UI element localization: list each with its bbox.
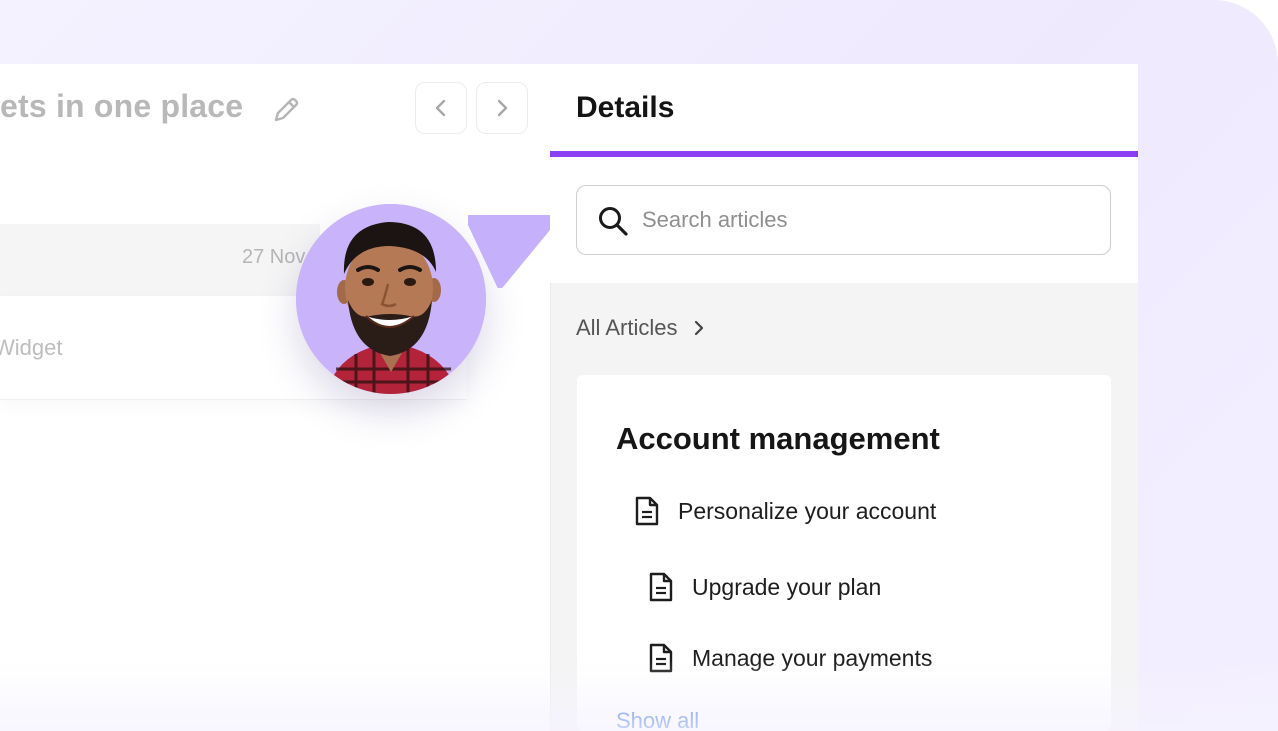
next-button[interactable] bbox=[476, 82, 528, 134]
article-link-payments[interactable]: Manage your payments bbox=[648, 643, 932, 673]
pointer-arrow-icon bbox=[468, 215, 558, 288]
search-input[interactable] bbox=[642, 200, 1082, 240]
search-icon bbox=[599, 207, 628, 236]
chevron-right-icon bbox=[497, 99, 508, 117]
avatar bbox=[296, 204, 486, 394]
article-link-personalize[interactable]: Personalize your account bbox=[634, 496, 936, 526]
row-label: Widget bbox=[0, 335, 63, 360]
chevron-left-icon bbox=[435, 99, 446, 117]
card-title: Account management bbox=[616, 421, 940, 456]
article-link-upgrade[interactable]: Upgrade your plan bbox=[648, 572, 881, 602]
document-icon bbox=[649, 572, 673, 602]
article-label: Upgrade your plan bbox=[692, 573, 882, 600]
page-title: ets in one place bbox=[0, 88, 244, 124]
person-illustration bbox=[296, 204, 486, 394]
article-label: Personalize your account bbox=[678, 497, 937, 524]
show-all-link[interactable]: Show all bbox=[616, 708, 699, 731]
document-icon bbox=[635, 496, 659, 526]
document-icon bbox=[649, 643, 673, 673]
breadcrumb-all-articles[interactable]: All Articles bbox=[576, 315, 677, 341]
chevron-right-icon bbox=[695, 320, 704, 336]
pencil-icon[interactable] bbox=[270, 94, 302, 126]
breadcrumb[interactable]: All Articles bbox=[576, 315, 707, 341]
previous-button[interactable] bbox=[415, 82, 467, 134]
date-cell: 27 Nov bbox=[242, 246, 306, 268]
details-title: Details bbox=[576, 91, 675, 124]
article-label: Manage your payments bbox=[692, 644, 933, 671]
